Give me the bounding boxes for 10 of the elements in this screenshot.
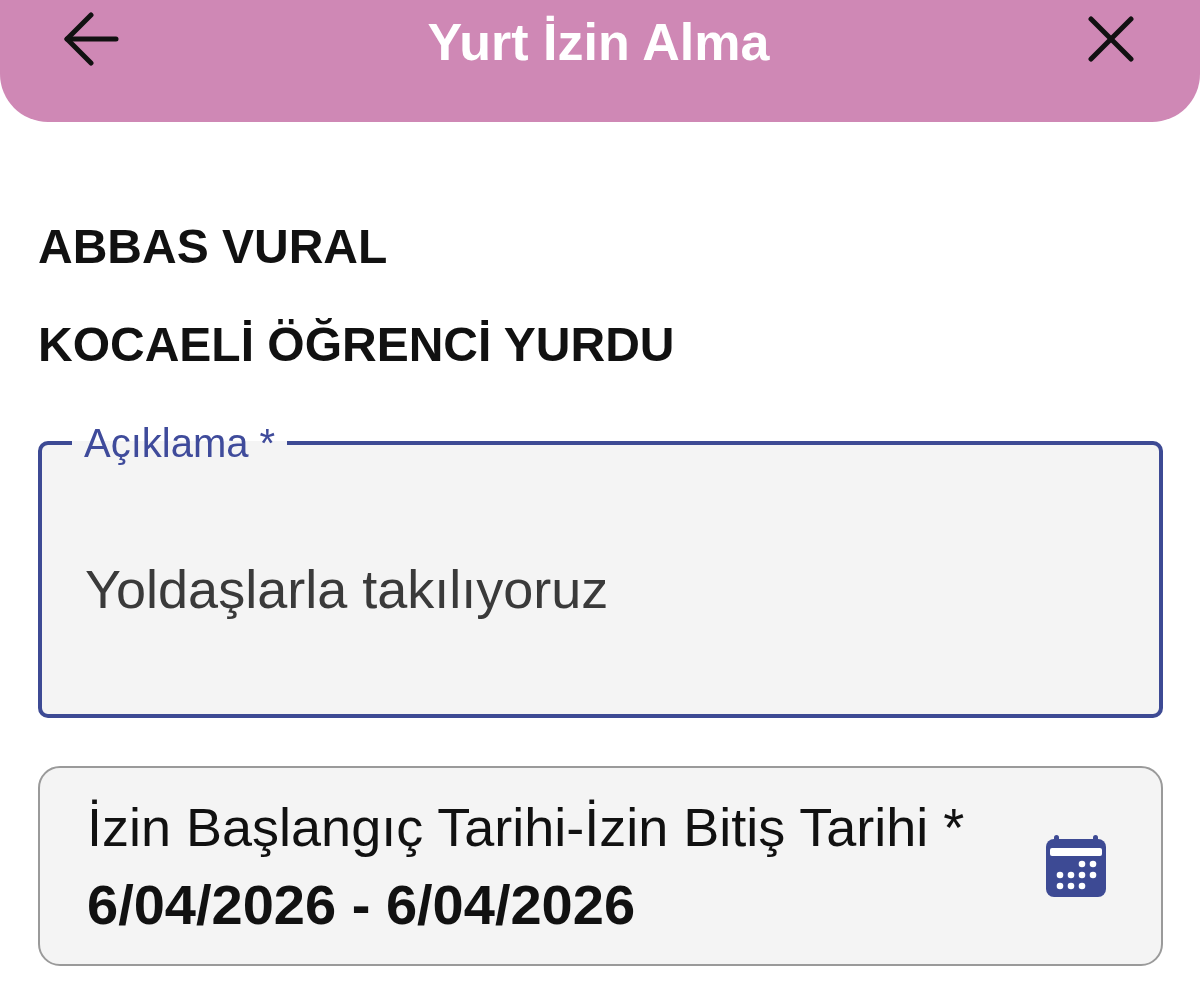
field-label: Açıklama * [83, 423, 277, 463]
field-value: Yoldaşlarla takılıyoruz [85, 557, 609, 620]
date-range-field[interactable]: İzin Başlangıç Tarihi-İzin Bitiş Tarihi * 6/04/2026 - 6/04/2026 [38, 766, 1163, 966]
student-name: ABBAS VURAL [38, 219, 388, 275]
calendar-icon[interactable] [1044, 834, 1108, 898]
field-value: 6/04/2026 - 6/04/2026 [87, 874, 636, 936]
page-title: Yurt İzin Alma [427, 14, 770, 70]
close-icon[interactable] [1088, 16, 1134, 62]
dormitory-name: KOCAELİ ÖĞRENCİ YURDU [38, 317, 675, 373]
field-label: İzin Başlangıç Tarihi-İzin Bitiş Tarihi * [87, 796, 965, 858]
